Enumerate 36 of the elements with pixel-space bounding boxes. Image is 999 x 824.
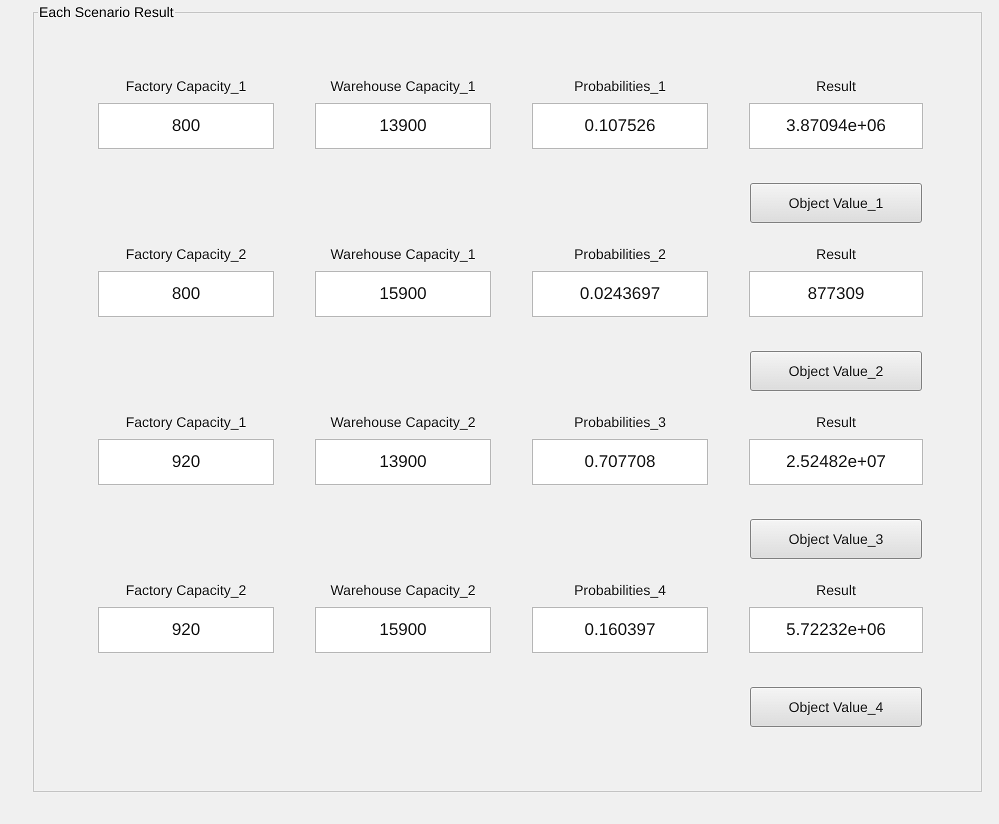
value-field[interactable]: 3.87094e+06 [749, 103, 923, 149]
field-label: Result [816, 245, 856, 263]
value-field[interactable]: 2.52482e+07 [749, 439, 923, 485]
value-field[interactable]: 5.72232e+06 [749, 607, 923, 653]
value-field[interactable]: 15900 [315, 271, 491, 317]
field-label: Result [816, 581, 856, 599]
value-field[interactable]: 0.160397 [532, 607, 708, 653]
field-label: Warehouse Capacity_1 [330, 77, 476, 95]
field-label: Factory Capacity_1 [126, 413, 246, 431]
object-value-button[interactable]: Object Value_4 [750, 687, 922, 727]
object-value-button[interactable]: Object Value_2 [750, 351, 922, 391]
field-label: Probabilities_2 [574, 245, 666, 263]
value-field[interactable]: 0.107526 [532, 103, 708, 149]
field-label: Probabilities_1 [574, 77, 666, 95]
field-label: Probabilities_4 [574, 581, 666, 599]
value-field[interactable]: 877309 [749, 271, 923, 317]
field-label: Factory Capacity_1 [126, 77, 246, 95]
value-field[interactable]: 800 [98, 271, 274, 317]
field-label: Result [816, 413, 856, 431]
value-field[interactable]: 13900 [315, 103, 491, 149]
value-field[interactable]: 15900 [315, 607, 491, 653]
object-value-button[interactable]: Object Value_3 [750, 519, 922, 559]
field-label: Warehouse Capacity_1 [330, 245, 476, 263]
value-field[interactable]: 13900 [315, 439, 491, 485]
field-label: Result [816, 77, 856, 95]
field-label: Probabilities_3 [574, 413, 666, 431]
field-label: Warehouse Capacity_2 [330, 581, 476, 599]
value-field[interactable]: 0.707708 [532, 439, 708, 485]
object-value-button[interactable]: Object Value_1 [750, 183, 922, 223]
value-field[interactable]: 920 [98, 439, 274, 485]
field-label: Factory Capacity_2 [126, 245, 246, 263]
value-field[interactable]: 920 [98, 607, 274, 653]
value-field[interactable]: 800 [98, 103, 274, 149]
field-label: Warehouse Capacity_2 [330, 413, 476, 431]
value-field[interactable]: 0.0243697 [532, 271, 708, 317]
field-label: Factory Capacity_2 [126, 581, 246, 599]
